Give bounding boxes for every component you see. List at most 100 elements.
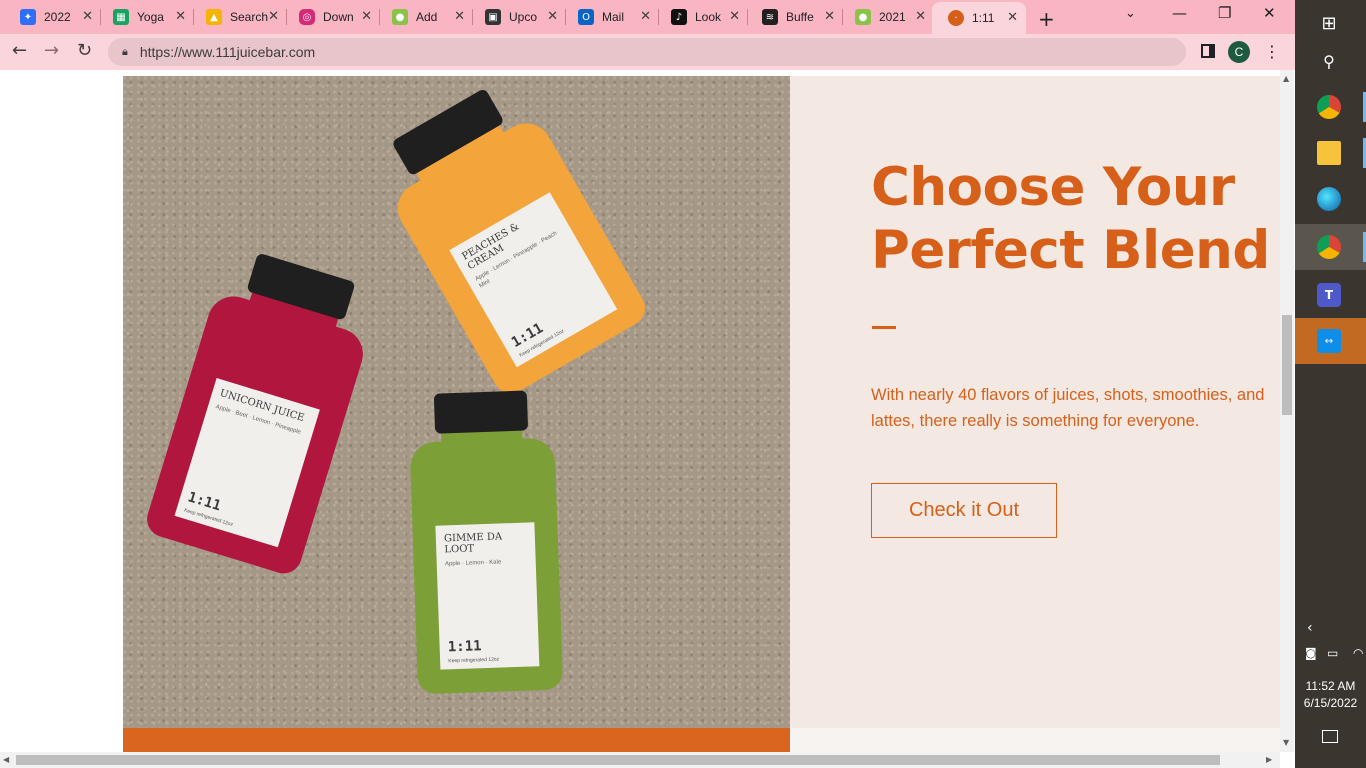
close-icon[interactable]: ✕ [82,9,93,24]
bottle-peaches-cream: PEACHES & CREAM Apple · Lemon · Pineappl… [364,72,652,400]
tab-3[interactable]: ▲ Search ✕ [190,5,287,29]
tab-2[interactable]: ▦ Yoga ✕ [97,5,194,29]
file-explorer-icon [1317,141,1341,165]
instagram-icon: ◎ [299,9,315,25]
taskbar-search-button[interactable]: ⚲ [1295,38,1366,84]
hero-headline: Choose Your Perfect Blend [871,157,1270,281]
headline-divider [872,326,896,329]
horizontal-scrollbar[interactable]: ◀ ▶ [0,752,1280,768]
tab-9[interactable]: ≋ Buffe ✕ [746,5,843,29]
close-icon[interactable]: ✕ [915,9,926,24]
juice-bottles-photo: PEACHES & CREAM Apple · Lemon · Pineappl… [123,76,790,728]
111-logo-icon: · [948,10,964,26]
tiktok-icon: ♪ [671,9,687,25]
minimize-button[interactable]: — [1172,4,1187,22]
outlook-icon: O [578,9,594,25]
close-icon[interactable]: ✕ [1007,10,1018,25]
tab-search-chevron-icon[interactable]: ⌄ [1125,6,1136,21]
bottle-footer: Keep refrigerated 12oz [448,656,500,665]
meet-now-icon[interactable]: ◙ [1305,646,1317,660]
url-text[interactable]: https://www.111juicebar.com [140,44,315,60]
google-drive-icon: ▲ [206,9,222,25]
bottle-unicorn-juice: UNICORN JUICE Apple · Beet · Lemon · Pin… [142,244,384,578]
tab-10[interactable]: ● 2021 ✕ [839,5,934,29]
tab-label: 2022 [44,10,71,24]
check-it-out-button[interactable]: Check it Out [871,483,1057,538]
tab-8[interactable]: ♪ Look ✕ [655,5,748,29]
address-bar[interactable]: 🔒︎ https://www.111juicebar.com [108,38,1186,66]
profile-avatar[interactable]: C [1228,41,1250,63]
restore-button[interactable]: ❐ [1218,4,1231,22]
tab-label: Add [416,10,438,24]
chrome-icon [1317,95,1341,119]
vertical-scroll-thumb[interactable] [1282,315,1292,415]
search-icon: ⚲ [1323,51,1335,71]
taskbar-file-explorer[interactable] [1295,130,1366,176]
bottle-name: GIMME DA LOOT [443,531,503,556]
next-section-preview [790,728,1280,752]
new-tab-button[interactable]: + [1038,7,1055,31]
windows-taskbar: ⊞ ⚲ T ↔ ‹ ◙ ▭ ◠ 11:52 AM 6/15/2022 [1295,0,1366,768]
close-icon[interactable]: ✕ [454,9,465,24]
close-window-button[interactable]: ✕ [1263,4,1276,22]
tab-1[interactable]: ✦ 2022 ✕ [4,5,101,29]
orange-section-bar [123,728,790,752]
teams-icon: T [1317,283,1341,307]
back-arrow-icon[interactable]: ← [12,40,27,61]
taskbar-edge[interactable] [1295,176,1366,222]
tab-label: Mail [602,10,625,24]
scroll-up-arrow-icon[interactable]: ▲ [1283,74,1289,83]
wifi-icon[interactable]: ◠ [1353,646,1363,660]
side-panel-icon[interactable] [1201,44,1215,58]
tab-7[interactable]: O Mail ✕ [562,5,659,29]
hero-text-panel: Choose Your Perfect Blend With nearly 40… [790,76,1280,728]
tab-label: Yoga [137,10,164,24]
close-icon[interactable]: ✕ [729,9,740,24]
android-icon: ● [855,9,871,25]
tab-label: Down [323,10,354,24]
clock-date[interactable]: 6/15/2022 [1295,696,1366,710]
tab-6[interactable]: ▣ Upco ✕ [469,5,566,29]
vertical-scrollbar[interactable]: ▲ ▼ [1280,70,1294,752]
browser-toolbar: ← → ↻ 🔒︎ https://www.111juicebar.com C ⋮ [0,34,1295,70]
windows-start-icon: ⊞ [1321,12,1337,34]
clock-time[interactable]: 11:52 AM [1295,679,1366,693]
taskbar-teams[interactable]: T [1295,272,1366,318]
close-icon[interactable]: ✕ [268,9,279,24]
tab-label: Look [695,10,722,24]
scroll-right-arrow-icon[interactable]: ▶ [1266,755,1272,764]
notification-icon[interactable] [1322,730,1338,743]
reload-icon[interactable]: ↻ [77,40,92,61]
upcoming-icon: ▣ [485,9,501,25]
taskbar-teamviewer[interactable]: ↔ [1295,318,1366,364]
bottle-logo: 1:11 [447,638,482,656]
buffer-icon: ≋ [762,9,778,25]
forward-arrow-icon[interactable]: → [44,40,59,61]
battery-icon[interactable]: ▭ [1327,646,1338,660]
taskbar-chrome-1[interactable] [1295,84,1366,130]
tab-4[interactable]: ◎ Down ✕ [283,5,380,29]
scroll-down-arrow-icon[interactable]: ▼ [1283,738,1289,747]
close-icon[interactable]: ✕ [361,9,372,24]
kebab-menu-icon[interactable]: ⋮ [1264,42,1280,61]
horizontal-scroll-thumb[interactable] [16,755,1220,765]
tab-label: Buffe [786,10,814,24]
bottle-gimme-da-loot: GIMME DA LOOT Apple · Lemon · Kale 1:11 … [408,390,564,695]
hero-description: With nearly 40 flavors of juices, shots,… [871,386,1265,430]
close-icon[interactable]: ✕ [640,9,651,24]
tray-chevron-icon[interactable]: ‹ [1307,620,1313,636]
teamviewer-icon: ↔ [1317,329,1341,353]
tab-5[interactable]: ● Add ✕ [376,5,473,29]
scroll-left-arrow-icon[interactable]: ◀ [3,755,9,764]
tab-label: 1:11 [972,11,995,25]
lock-icon[interactable]: 🔒︎ [122,45,128,59]
android-icon: ● [392,9,408,25]
close-icon[interactable]: ✕ [175,9,186,24]
tab-strip: ✦ 2022 ✕ ▦ Yoga ✕ ▲ Search ✕ ◎ Down ✕ ● … [0,0,1295,34]
close-icon[interactable]: ✕ [824,9,835,24]
close-icon[interactable]: ✕ [547,9,558,24]
chrome-icon [1317,235,1341,259]
taskbar-chrome-2[interactable] [1295,224,1366,270]
dropbox-icon: ✦ [20,9,36,25]
tab-11-active[interactable]: · 1:11 ✕ [932,2,1026,34]
